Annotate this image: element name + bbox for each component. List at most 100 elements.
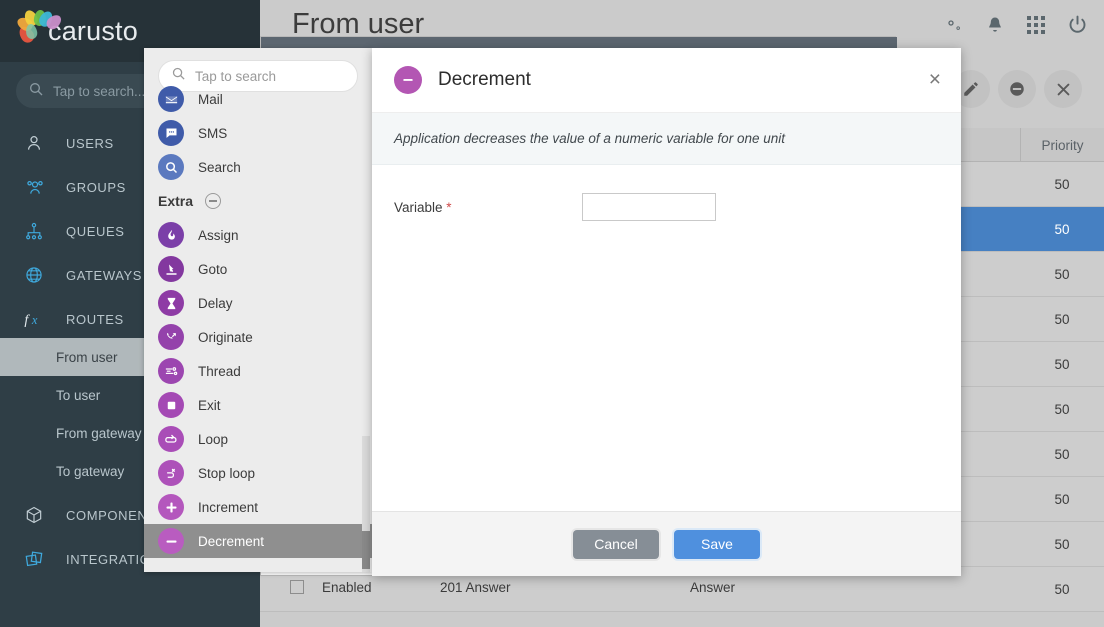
loop-icon	[158, 426, 184, 452]
picker-item-decrement[interactable]: Decrement	[144, 524, 372, 558]
picker-item-loop[interactable]: Loop	[144, 422, 372, 456]
svg-text:f: f	[24, 312, 30, 328]
modal-title: Decrement	[438, 69, 531, 90]
picker-item-label: SMS	[198, 125, 228, 141]
cell-priority: 50	[1054, 266, 1070, 282]
sidebar-item-label: GROUPS	[66, 179, 126, 195]
svg-text:x: x	[31, 313, 38, 327]
decrement-modal: Decrement × Application decreases the va…	[372, 48, 961, 576]
modal-body: Variable *	[372, 165, 961, 509]
search-icon	[28, 81, 44, 102]
cell-status: Enabled	[322, 580, 372, 595]
modal-description: Application decreases the value of a num…	[372, 113, 961, 165]
sidebar-item-label: ROUTES	[66, 311, 124, 327]
picker-item-label: Search	[198, 159, 241, 175]
cell-priority: 50	[1054, 491, 1070, 507]
cell-priority: 50	[1054, 401, 1070, 417]
picker-item-sms[interactable]: SMS	[144, 116, 372, 150]
bell-icon[interactable]	[985, 15, 1005, 35]
decrement-icon	[158, 528, 184, 554]
sms-icon	[158, 120, 184, 146]
gears-icon[interactable]	[943, 15, 963, 35]
cancel-button[interactable]: Cancel	[573, 529, 659, 559]
picker-item-label: Goto	[198, 261, 228, 277]
picker-item-goto[interactable]: Goto	[144, 252, 372, 286]
disable-row-button[interactable]	[998, 70, 1036, 108]
increment-icon	[158, 494, 184, 520]
cell-priority: 50	[1054, 536, 1070, 552]
topbar-icons	[943, 14, 1088, 35]
row-checkbox[interactable]	[290, 580, 304, 594]
fx-icon: fx	[24, 309, 66, 329]
collapse-icon[interactable]	[205, 193, 222, 209]
picker-item-label: Stop loop	[198, 465, 256, 481]
stop-loop-icon	[158, 460, 184, 486]
column-header-priority[interactable]: Priority	[1020, 128, 1104, 162]
picker-item-exit[interactable]: Exit	[144, 388, 372, 422]
thread-icon	[158, 358, 184, 384]
picker-item-stop-loop[interactable]: Stop loop	[144, 456, 372, 490]
variable-input[interactable]	[582, 193, 716, 221]
picker-item-label: Decrement	[198, 533, 265, 549]
close-icon[interactable]: ×	[929, 69, 941, 90]
delay-icon	[158, 290, 184, 316]
cube-icon	[24, 505, 66, 525]
mail-icon	[158, 86, 184, 112]
cell-priority: 50	[1054, 176, 1070, 192]
exit-icon	[158, 392, 184, 418]
picker-scrollbar-thumb[interactable]	[362, 531, 370, 569]
picker-item-label: Increment	[198, 499, 259, 515]
row-action-buttons	[952, 70, 1082, 108]
sidebar-item-label: GATEWAYS	[66, 267, 143, 283]
groups-icon	[24, 177, 66, 197]
sidebar-subitem-label: From gateway	[56, 425, 142, 441]
sidebar-item-label: USERS	[66, 135, 114, 151]
picker-item-delay[interactable]: Delay	[144, 286, 372, 320]
layers-icon	[24, 549, 66, 569]
goto-icon	[158, 256, 184, 282]
queues-icon	[24, 221, 66, 241]
sidebar-item-label: QUEUES	[66, 223, 125, 239]
sidebar-subitem-label: From user	[56, 349, 118, 365]
cell-priority: 50	[1054, 356, 1070, 372]
sidebar-subitem-label: To gateway	[56, 463, 125, 479]
picker-item-list: Mail SMS Search Extra Assign Goto Delay Origina…	[144, 82, 372, 558]
globe-icon	[24, 265, 66, 285]
cell-priority: 50	[1054, 311, 1070, 327]
modal-header: Decrement ×	[372, 48, 961, 113]
carusto-logo-icon	[15, 8, 64, 52]
picker-item-increment[interactable]: Increment	[144, 490, 372, 524]
picker-item-thread[interactable]: Thread	[144, 354, 372, 388]
variable-label-text: Variable	[394, 199, 443, 215]
picker-item-mail[interactable]: Mail	[144, 82, 372, 116]
required-marker: *	[446, 199, 452, 215]
application-picker-dropdown: Tap to search Mail SMS Search Extra Assign Go…	[144, 48, 372, 572]
apps-grid-icon[interactable]	[1027, 15, 1045, 34]
delete-row-button[interactable]	[1044, 70, 1082, 108]
cell-priority: 50	[1054, 221, 1070, 237]
picker-item-label: Originate	[198, 329, 253, 345]
picker-item-label: Mail	[198, 91, 223, 107]
picker-group-extra[interactable]: Extra	[144, 184, 372, 218]
picker-item-search[interactable]: Search	[144, 150, 372, 184]
picker-item-assign[interactable]: Assign	[144, 218, 372, 252]
app-root: From user Priority 50 50 50 50 50 50 50 …	[0, 0, 1104, 627]
picker-group-label: Extra	[158, 193, 194, 209]
cell-priority: 50	[1054, 446, 1070, 462]
picker-item-label: Thread	[198, 363, 241, 379]
sidebar-search-placeholder: Tap to search...	[53, 83, 146, 99]
picker-item-label: Loop	[198, 431, 229, 447]
picker-item-label: Assign	[198, 227, 239, 243]
picker-item-originate[interactable]: Originate	[144, 320, 372, 354]
save-button[interactable]: Save	[674, 529, 760, 559]
search-icon	[158, 154, 184, 180]
cell-name: 201 Answer	[440, 580, 511, 595]
decrement-icon	[394, 66, 422, 94]
cell-priority: 50	[1054, 581, 1070, 597]
variable-field-label: Variable *	[394, 200, 582, 215]
assign-icon	[158, 222, 184, 248]
sidebar-subitem-label: To user	[56, 387, 101, 403]
power-icon[interactable]	[1067, 14, 1088, 35]
modal-footer: Cancel Save	[372, 511, 961, 576]
user-icon	[24, 133, 66, 153]
